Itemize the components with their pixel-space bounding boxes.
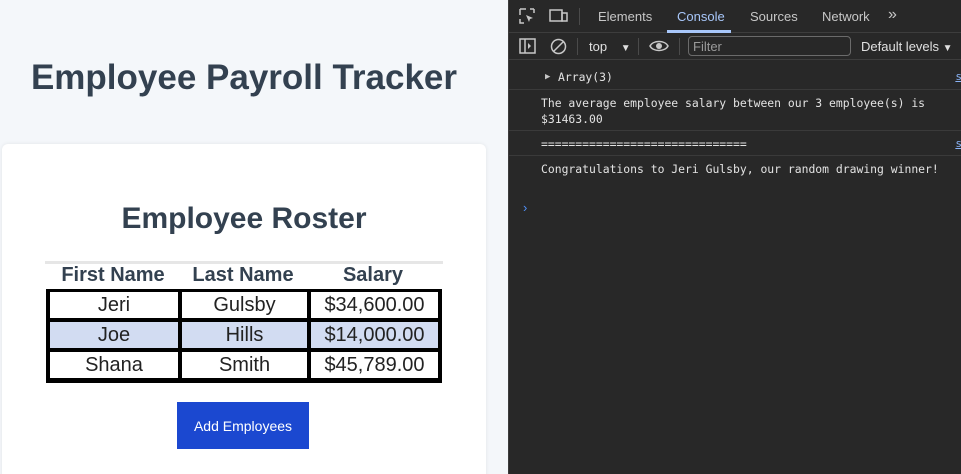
toolbar-divider xyxy=(577,38,578,55)
cell-salary: $14,000.00 xyxy=(311,322,438,348)
cell-salary: $34,600.00 xyxy=(311,292,438,318)
column-header-last-name: Last Name xyxy=(192,264,294,286)
cell-salary: $45,789.00 xyxy=(311,352,438,378)
cell-last-name: Hills xyxy=(182,322,307,348)
cell-last-name: Gulsby xyxy=(182,292,307,318)
tab-network[interactable]: Network xyxy=(822,9,870,24)
caret-down-icon: ▼ xyxy=(620,43,631,54)
page-title: Employee Payroll Tracker xyxy=(30,58,458,97)
column-header-salary: Salary xyxy=(342,264,404,286)
console-log-entry: Congratulations to Jeri Gulsby, our rand… xyxy=(509,157,961,197)
context-select[interactable]: top ▼ xyxy=(589,39,631,54)
cell-first-name: Joe xyxy=(50,322,178,348)
table-body: Jeri Gulsby $34,600.00 Joe Hills $14,000… xyxy=(46,289,442,383)
device-toolbar-icon[interactable] xyxy=(549,7,569,25)
add-employees-button[interactable]: Add Employees xyxy=(177,402,309,449)
cell-first-name: Shana xyxy=(50,352,178,378)
log-source-link[interactable]: s xyxy=(955,136,961,152)
toolbar-divider xyxy=(679,38,680,55)
console-prompt[interactable]: › xyxy=(523,200,527,215)
console-log-entry: The average employee salary between our … xyxy=(509,91,961,131)
tab-console[interactable]: Console xyxy=(677,9,725,24)
log-message: ============================== xyxy=(541,137,747,151)
roster-title: Employee Roster xyxy=(121,202,367,235)
log-message: The average employee salary between our … xyxy=(541,96,932,126)
app-page: Employee Payroll Tracker Employee Roster… xyxy=(0,0,508,474)
tab-divider xyxy=(579,8,580,25)
tab-elements[interactable]: Elements xyxy=(598,9,652,24)
log-levels-select[interactable]: Default levels ▼ xyxy=(861,39,953,54)
cell-first-name: Jeri xyxy=(50,292,178,318)
cell-last-name: Smith xyxy=(182,352,307,378)
roster-card: Employee Roster First Name Last Name Sal… xyxy=(2,144,486,474)
log-message: Congratulations to Jeri Gulsby, our rand… xyxy=(541,162,939,176)
log-message[interactable]: Array(3) xyxy=(558,69,961,85)
eye-icon[interactable] xyxy=(649,39,669,58)
console-log-entry: ▶ Array(3) s xyxy=(509,68,961,90)
devtools-panel: Elements Console Sources Network » top ▼… xyxy=(508,0,961,474)
log-levels-label: Default levels xyxy=(861,39,940,54)
expand-triangle-icon[interactable]: ▶ xyxy=(545,69,550,85)
log-source-link[interactable]: s xyxy=(955,69,961,85)
column-header-first-name: First Name xyxy=(61,264,165,286)
table-header: First Name Last Name Salary xyxy=(45,264,443,290)
clear-console-icon[interactable] xyxy=(550,38,567,60)
tab-sources[interactable]: Sources xyxy=(750,9,798,24)
sidebar-toggle-icon[interactable] xyxy=(519,38,536,59)
chevron-double-right-icon[interactable]: » xyxy=(888,6,897,24)
filter-input[interactable] xyxy=(688,36,851,56)
console-log-entry: ============================== s xyxy=(509,132,961,156)
toolbar-divider xyxy=(638,38,639,55)
devtools-tab-bar: Elements Console Sources Network » xyxy=(509,0,961,33)
caret-down-icon: ▼ xyxy=(942,43,953,54)
console-toolbar: top ▼ Default levels ▼ xyxy=(509,33,961,60)
inspect-element-icon[interactable] xyxy=(518,7,538,25)
context-value: top xyxy=(589,39,608,54)
